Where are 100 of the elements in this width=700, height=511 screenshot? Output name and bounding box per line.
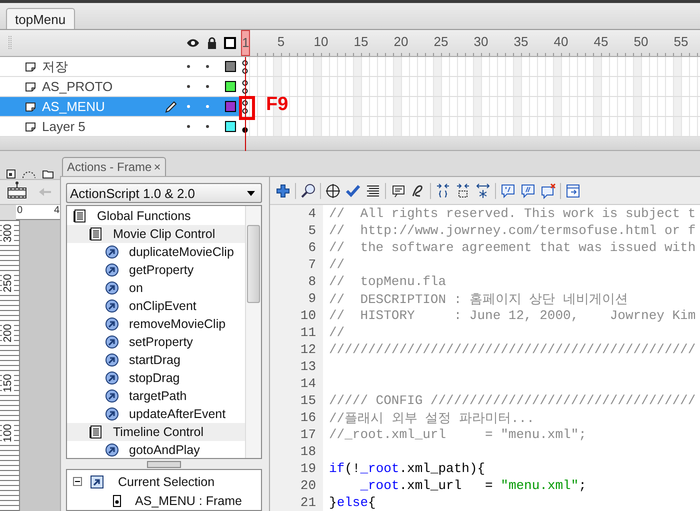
toolbox-item[interactable]: Movie Clip Control [67, 225, 245, 244]
code-line: // topMenu.fla [329, 274, 446, 289]
comment-block-icon[interactable] [500, 182, 516, 198]
toolbox-item[interactable]: startDrag [67, 351, 245, 370]
frame-number: 55 [673, 34, 689, 49]
ruler-number: 150 [2, 374, 14, 392]
script-icon [90, 474, 104, 488]
frame-number: 45 [593, 34, 609, 49]
frame-icon [113, 494, 121, 506]
toolbox-item[interactable]: on [67, 279, 245, 298]
toolbox-item[interactable]: removeMovieClip [67, 315, 245, 334]
lock-icon[interactable] [207, 37, 217, 49]
close-button[interactable]: × [154, 160, 161, 174]
add-icon[interactable] [275, 182, 291, 198]
code-line: ///// CONFIG ////////////////////////////////// [329, 393, 696, 408]
highlight-box [239, 96, 255, 120]
note-icon[interactable] [390, 182, 406, 198]
navigator-item[interactable]: Current Selection [67, 472, 261, 491]
grip-icon[interactable] [8, 36, 12, 50]
layer-icon [25, 102, 36, 112]
code-line: // HISTORY : June 12, 2000, Jowrney Kim [329, 308, 696, 323]
eye-icon[interactable] [186, 38, 200, 48]
lock-dot-icon[interactable] [206, 65, 209, 68]
splitter-handle[interactable] [147, 460, 181, 468]
visibility-dot-icon[interactable] [187, 85, 190, 88]
toolbox-item[interactable]: onClipEvent [67, 297, 245, 316]
caret-icon [247, 190, 255, 196]
code-line: //플래시 외부 설정 파라미터... [329, 410, 534, 426]
comment-remove-icon[interactable] [540, 182, 556, 198]
visibility-dot-icon[interactable] [187, 65, 190, 68]
crosshair-icon[interactable] [325, 182, 341, 198]
outline-icon[interactable] [224, 37, 236, 49]
visibility-dot-icon[interactable] [187, 105, 190, 108]
layer-name: 저장 [42, 58, 69, 76]
frame-number: 5 [276, 34, 286, 49]
lock-dot-icon[interactable] [206, 85, 209, 88]
toolbox-item[interactable]: Global Functions [67, 207, 245, 226]
scrollbar[interactable] [245, 206, 261, 458]
lines-icon[interactable] [365, 182, 381, 198]
action-icon [105, 407, 119, 422]
ruler-number: 4 [54, 205, 60, 216]
square-icon[interactable] [6, 169, 16, 179]
layer-color-swatch[interactable] [225, 61, 236, 72]
collapse-icon[interactable] [73, 477, 82, 486]
book-icon [89, 425, 103, 440]
toolbox-item[interactable]: updateAfterEvent [67, 405, 245, 424]
panel-toggle-icon[interactable] [565, 182, 581, 198]
book-icon [73, 209, 87, 224]
toolbox-item[interactable]: duplicateMovieClip [67, 243, 245, 262]
ruler-number: 0 [17, 205, 23, 216]
code-line: // [329, 257, 345, 272]
navigator-item[interactable]: AS_MENU : Frame [67, 491, 261, 510]
asterisk-icon[interactable] [475, 182, 491, 198]
document-tab[interactable]: topMenu [6, 8, 75, 29]
toolbox-item[interactable]: stopDrag [67, 369, 245, 388]
language-dropdown[interactable]: ActionScript 1.0 & 2.0 [66, 183, 262, 204]
ruler-number: 100 [2, 424, 14, 442]
code-line: }else{ [329, 495, 376, 510]
code-line: //_root.xml_url = "menu.xml"; [329, 427, 586, 442]
layer-color-swatch[interactable] [225, 121, 236, 132]
layer-name: AS_MENU [42, 99, 106, 114]
action-icon [105, 335, 119, 350]
toolbox-item[interactable]: getProperty [67, 261, 245, 280]
action-icon [105, 263, 119, 278]
action-icon [105, 353, 119, 368]
toolbox-item[interactable]: Timeline Control [67, 423, 245, 442]
action-icon [105, 371, 119, 386]
frame-number: 50 [633, 34, 649, 49]
toolbox-item[interactable]: gotoAndPlay [67, 441, 245, 460]
visibility-dot-icon[interactable] [187, 125, 190, 128]
toolbox-item[interactable]: targetPath [67, 387, 245, 406]
check-icon[interactable] [345, 182, 361, 198]
frame-number: 25 [433, 34, 449, 49]
lock-dot-icon[interactable] [206, 125, 209, 128]
code-line: /////////////////////////////////////////////// [329, 342, 696, 357]
panel-title: Actions - Frame [67, 160, 152, 174]
layer-icon [25, 62, 36, 72]
layer-color-swatch[interactable] [225, 81, 236, 92]
bracket-icon[interactable] [455, 182, 471, 198]
comment-line-icon[interactable] [520, 182, 536, 198]
layer-icon [25, 122, 36, 132]
frame-number: 15 [353, 34, 369, 49]
dotted-arc-icon[interactable] [22, 169, 36, 179]
action-icon [105, 245, 119, 260]
braces-icon[interactable] [435, 182, 451, 198]
toolbox-item[interactable]: setProperty [67, 333, 245, 352]
code-line: // All rights reserved. This work is subject t [329, 206, 696, 221]
frame-number: 35 [513, 34, 529, 49]
ruler-number: 200 [2, 324, 14, 342]
lock-dot-icon[interactable] [206, 105, 209, 108]
layer-color-swatch[interactable] [225, 101, 236, 112]
playhead[interactable]: 1 [241, 30, 250, 56]
action-icon [105, 317, 119, 332]
search-icon[interactable] [300, 182, 316, 198]
panel-tab[interactable]: Actions - Frame × [62, 157, 166, 176]
action-icon [105, 299, 119, 314]
layer-name: AS_PROTO [42, 79, 114, 94]
pencil-icon [165, 100, 177, 112]
frame-number: 10 [313, 34, 329, 49]
code-line: // the software agreement that was issued with [329, 240, 696, 255]
